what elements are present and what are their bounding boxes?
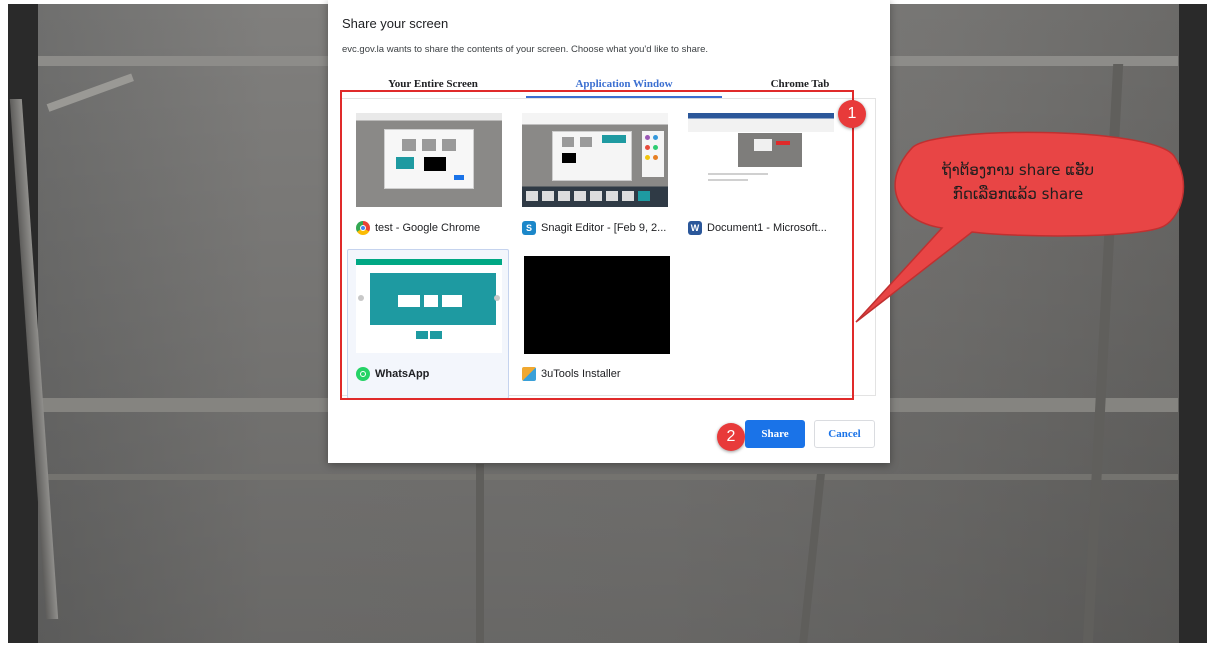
tile-grout-line bbox=[38, 474, 1178, 480]
callout-line: ຖ້າຕ້ອງການ share ແອັບ bbox=[942, 161, 1094, 179]
dialog-title: Share your screen bbox=[342, 16, 449, 31]
annotation-callout bbox=[855, 131, 1185, 323]
annotation-badge-1: 1 bbox=[838, 100, 866, 128]
annotation-badge-2: 2 bbox=[717, 423, 745, 451]
cancel-button[interactable]: Cancel bbox=[814, 420, 875, 448]
callout-text: ຖ້າຕ້ອງການ share ແອັບ ກົດເລືອກແລ້ວ share bbox=[892, 158, 1144, 206]
annotation-highlight-box bbox=[340, 90, 854, 400]
tile-grout-line bbox=[476, 464, 484, 643]
callout-line: ກົດເລືອກແລ້ວ share bbox=[952, 185, 1084, 203]
share-button[interactable]: Share bbox=[745, 420, 805, 448]
dialog-subtitle: evc.gov.la wants to share the contents o… bbox=[342, 44, 709, 55]
